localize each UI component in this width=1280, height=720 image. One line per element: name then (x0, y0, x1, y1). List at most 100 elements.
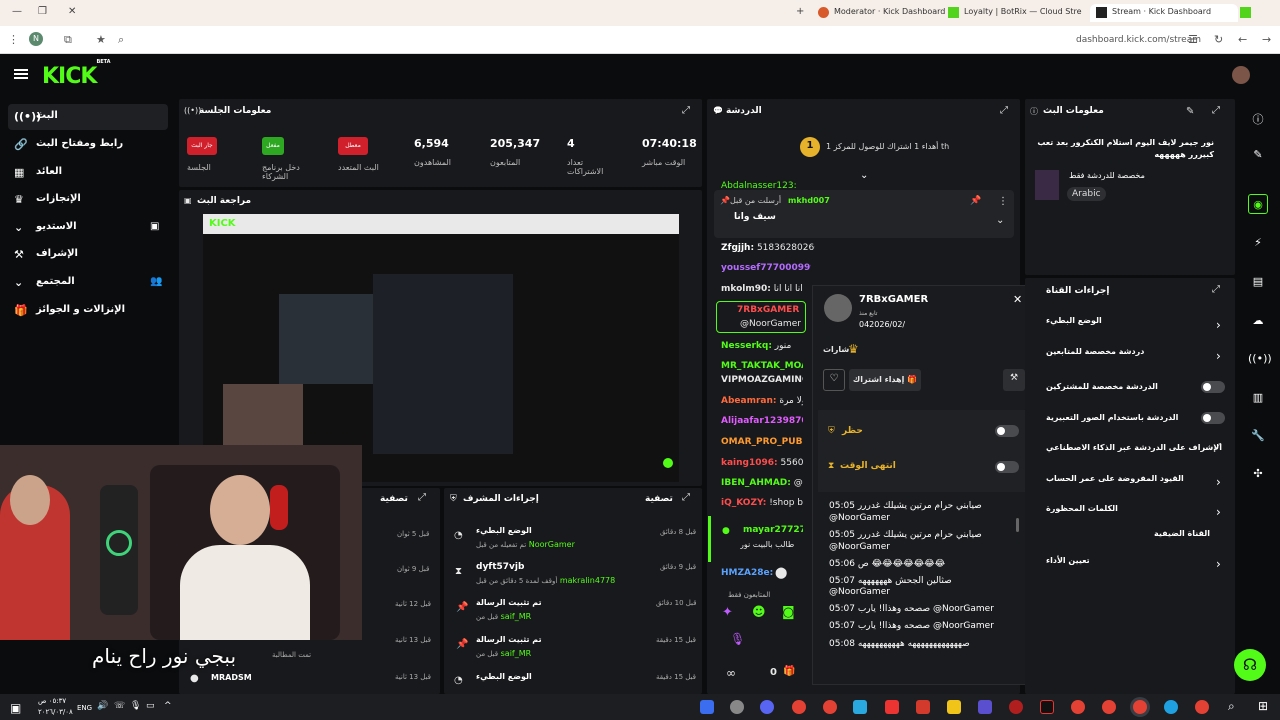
sidebar-item-studio[interactable]: ⌄ الاستديو ▣ (8, 215, 168, 241)
kick-logo[interactable]: KICKBETA (42, 59, 111, 89)
category-name[interactable]: مخصصة للدردشة فقط (1069, 171, 1145, 180)
action-ai-moderation[interactable]: الإشراف على الدردشة عبر الذكاء الاصطناعي (1046, 443, 1222, 452)
stream-preview[interactable]: KICK (203, 214, 679, 482)
chevron-down-icon[interactable]: ⌄ (996, 215, 1004, 226)
zoom-icon[interactable]: ⌕ (118, 33, 124, 47)
gift-icon[interactable]: 🎁 (783, 666, 795, 677)
info-icon[interactable]: ⓘ (1248, 108, 1268, 128)
chat-username[interactable]: Nesserkq: (721, 341, 772, 351)
expand-icon[interactable]: ⤢ (682, 105, 690, 116)
reload-icon[interactable]: ↻ (1214, 33, 1223, 46)
taskbar-app-icon[interactable]: ▣ (10, 701, 21, 715)
chat-username[interactable]: VIPMOAZGAMING1 (721, 375, 803, 385)
taskbar-app-icon[interactable] (730, 700, 744, 714)
mod-tools-button[interactable]: ⚒ (1003, 369, 1025, 391)
close-window-icon[interactable]: ✕ (68, 6, 76, 17)
battery-icon[interactable]: ▭ (146, 701, 155, 711)
sidebar-item-achievements[interactable]: ♛ الإنجازات (8, 187, 168, 213)
chat-username[interactable]: mkolm90: (721, 284, 771, 294)
tab-moderator[interactable]: Moderator · Kick Dashboard (812, 4, 951, 22)
hamburger-menu-icon[interactable] (14, 69, 28, 71)
bookmark-star-icon[interactable]: ★ (96, 33, 106, 46)
chevron-right-icon[interactable]: › (1216, 349, 1221, 363)
close-icon[interactable]: ✕ (1013, 293, 1022, 306)
volume-icon[interactable]: 🔊 (97, 701, 108, 711)
chat-username[interactable]: youssef777000999: (721, 263, 811, 273)
sidebar-item-drops[interactable]: 🎁 الإنزالات و الجوائز (8, 298, 168, 324)
mod-actions-filter[interactable]: تصفية (645, 494, 673, 504)
infinity-icon[interactable]: ∞ (726, 666, 736, 680)
chat-icon[interactable]: ☁ (1248, 311, 1268, 331)
expand-icon[interactable]: ⤢ (1212, 105, 1220, 116)
expand-icon[interactable]: ⤢ (418, 492, 426, 503)
taskbar-app-icon[interactable] (1009, 700, 1023, 714)
menu-dots-icon[interactable]: ⋮ (8, 33, 19, 46)
emote-icon[interactable]: ☻ (752, 605, 766, 620)
windows-start-icon[interactable]: ⊞ (1258, 699, 1268, 713)
expand-icon[interactable]: ⤢ (1212, 284, 1220, 295)
action-set-performance[interactable]: تعيين الأداء (1046, 556, 1090, 565)
chat-username[interactable]: OMAR_PRO_PUBG (721, 437, 803, 447)
chevron-right-icon[interactable]: › (1216, 557, 1221, 571)
chat-username[interactable]: HMZA28e: (721, 568, 773, 578)
tab-stream[interactable]: Stream · Kick Dashboard (1090, 4, 1238, 22)
chevron-down-icon[interactable]: ⌄ (860, 170, 868, 181)
sidebar-item-community[interactable]: ⌄ المجتمع 👥 (8, 270, 168, 296)
chrome-icon[interactable] (1071, 700, 1085, 714)
timeout-toggle[interactable] (995, 461, 1019, 473)
tiktok-icon[interactable] (1040, 700, 1054, 714)
action-followers-chat[interactable]: دردشة مخصصة للمتابعين (1046, 347, 1144, 356)
pinned-user[interactable]: mkhd007 (788, 196, 830, 205)
gift-sub-button[interactable]: إهداء اشتراك 🎁 (849, 369, 921, 391)
document-icon[interactable]: ▤ (1248, 272, 1268, 292)
mod-action-user[interactable]: makralin4778 (560, 576, 615, 585)
user-avatar[interactable] (1232, 66, 1250, 84)
forward-icon[interactable]: → (1262, 33, 1271, 46)
external-link-icon[interactable]: ⤢ (1214, 442, 1221, 452)
action-banned-words[interactable]: الكلمات المحظورة (1046, 504, 1118, 513)
chat-username[interactable]: MR_TAKTAK_MOA (721, 361, 803, 371)
sidebar-item-moderation[interactable]: ⚒ الإشراف (8, 242, 168, 268)
chat-username[interactable]: Alijaafar1239870: (721, 416, 803, 426)
chrome-icon[interactable] (792, 700, 806, 714)
mic-icon[interactable]: 🎙 (730, 632, 745, 646)
sidebar-item-revenue[interactable]: ▦ العائد (8, 160, 168, 186)
chrome-icon[interactable] (1133, 700, 1147, 714)
user-card-username[interactable]: 7RBxGAMER (859, 294, 928, 305)
edit-pencil-icon[interactable]: ✎ (1248, 145, 1268, 165)
chat-username[interactable]: Zfgjjh: (721, 243, 754, 253)
emote-icon[interactable]: ✦ (722, 605, 733, 620)
emote-icon[interactable]: ◙ (782, 605, 795, 620)
back-icon[interactable]: ← (1238, 33, 1247, 46)
ban-toggle[interactable] (995, 425, 1019, 437)
chat-username[interactable]: mayar277273 (743, 525, 803, 535)
action-slow-mode[interactable]: الوضع البطيء (1046, 316, 1102, 325)
sidebar-item-stream-key[interactable]: 🔗 رابط ومفتاح البث (8, 132, 168, 158)
pin-icon[interactable]: 📌 (970, 196, 981, 206)
menu-dots-icon[interactable]: ⋮ (998, 196, 1008, 207)
action-account-age[interactable]: القيود المفروضة على عمر الحساب (1046, 474, 1184, 483)
mod-action-user[interactable]: saif_MR (501, 612, 532, 621)
search-icon[interactable]: ⌕ (1228, 699, 1235, 714)
network-icon[interactable]: ☏ (114, 701, 125, 711)
new-tab-icon[interactable]: + (796, 6, 804, 17)
follow-heart-button[interactable]: ♡ (823, 369, 845, 391)
minimize-icon[interactable]: — (12, 6, 22, 17)
chevron-right-icon[interactable]: › (1216, 505, 1221, 519)
chrome-icon[interactable] (1195, 700, 1209, 714)
taskbar-app-icon[interactable] (700, 700, 714, 714)
chat-username[interactable]: iQ_KOZY: (721, 498, 766, 508)
clip-icon[interactable]: ◉ (1248, 194, 1268, 214)
mod-action-user[interactable]: NoorGamer (529, 540, 575, 549)
subs-chat-toggle[interactable] (1201, 381, 1225, 393)
chevron-right-icon[interactable]: › (1216, 318, 1221, 332)
restore-icon[interactable]: ❐ (38, 6, 47, 17)
taskbar-app-icon[interactable] (885, 700, 899, 714)
expand-icon[interactable]: ⤢ (1000, 105, 1008, 116)
tray-expand-icon[interactable]: ^ (164, 701, 172, 711)
scrollbar[interactable] (1016, 518, 1019, 532)
apps-icon[interactable]: ✣ (1248, 464, 1268, 484)
taskbar-app-icon[interactable] (853, 700, 867, 714)
chat-username[interactable]: IBEN_AHMAD: (721, 478, 791, 488)
chat-username[interactable]: Abeamran: (721, 396, 776, 406)
